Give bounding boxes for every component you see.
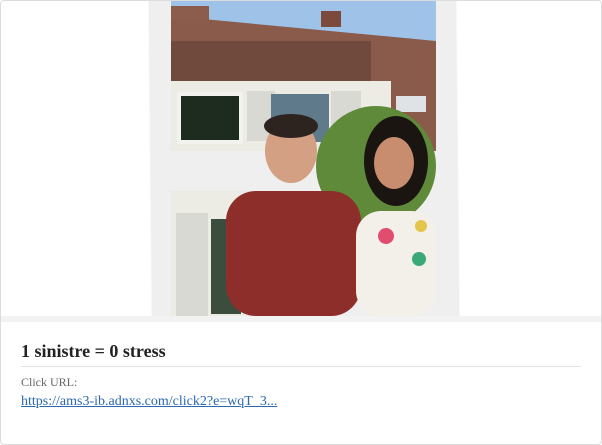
couple-house-image xyxy=(171,1,436,316)
click-url-link[interactable]: https://ams3-ib.adnxs.com/click2?e=wqT_3… xyxy=(21,394,277,410)
ad-photo[interactable] xyxy=(171,1,436,316)
ad-body: 1 sinistre = 0 stress Click URL: https:/… xyxy=(21,331,581,410)
click-url-label: Click URL: xyxy=(21,375,78,389)
media-divider xyxy=(1,316,601,322)
ad-headline[interactable]: 1 sinistre = 0 stress xyxy=(21,331,581,367)
ad-card[interactable]: 1 sinistre = 0 stress Click URL: https:/… xyxy=(0,0,602,445)
ad-media[interactable] xyxy=(1,1,601,316)
